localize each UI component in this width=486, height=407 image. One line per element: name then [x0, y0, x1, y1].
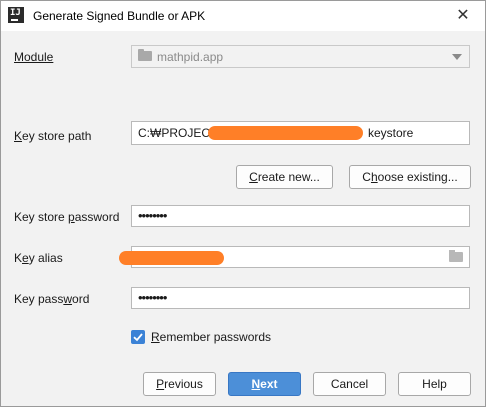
key-alias-label: Key alias	[14, 251, 63, 265]
checkmark-icon	[133, 333, 143, 342]
remember-passwords-checkbox[interactable]	[131, 330, 145, 344]
next-button[interactable]: Next	[228, 372, 301, 396]
redacted-path-segment	[208, 126, 363, 140]
key-password-input[interactable]: ••••••••	[131, 287, 470, 309]
chevron-down-icon	[452, 54, 462, 60]
key-password-label: Key password	[14, 292, 90, 306]
folder-icon[interactable]	[449, 250, 463, 262]
remember-passwords-label[interactable]: Remember passwords	[151, 330, 271, 344]
key-password-value: ••••••••	[138, 290, 167, 305]
key-store-password-label: Key store password	[14, 210, 120, 224]
signed-bundle-dialog: IJ Generate Signed Bundle or APK ✕ Modul…	[0, 0, 486, 407]
key-store-path-input[interactable]: C:₩PROJECT₩ keystore	[131, 121, 470, 145]
help-button[interactable]: Help	[398, 372, 471, 396]
key-store-path-label: Key store path	[14, 129, 92, 143]
intellij-app-icon: IJ	[8, 7, 24, 23]
folder-icon	[138, 49, 152, 61]
module-label: Module	[14, 50, 54, 64]
module-select[interactable]: mathpid.app	[131, 45, 470, 68]
create-new-button[interactable]: Create new...	[236, 165, 333, 189]
key-store-password-input[interactable]: ••••••••	[131, 205, 470, 227]
close-icon[interactable]: ✕	[453, 6, 473, 26]
key-store-path-suffix: keystore	[368, 126, 414, 140]
title-bar: IJ Generate Signed Bundle or APK ✕	[1, 1, 485, 31]
window-title: Generate Signed Bundle or APK	[33, 9, 206, 23]
previous-button[interactable]: Previous	[143, 372, 216, 396]
cancel-button[interactable]: Cancel	[313, 372, 386, 396]
key-store-password-value: ••••••••	[138, 208, 167, 223]
module-value: mathpid.app	[157, 50, 224, 64]
redacted-key-alias	[119, 251, 224, 265]
choose-existing-button[interactable]: Choose existing...	[349, 165, 471, 189]
